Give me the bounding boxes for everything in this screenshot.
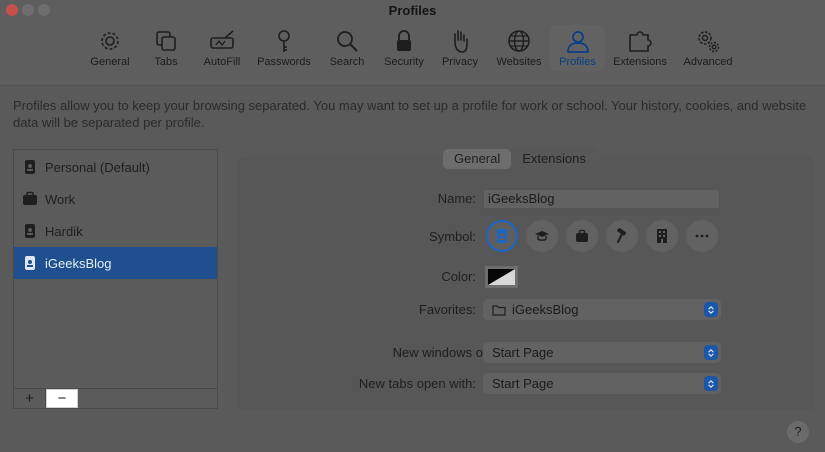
profile-item-personal[interactable]: Personal (Default) [14, 151, 217, 183]
profile-item-label: Personal (Default) [45, 159, 150, 175]
toolbar-profiles[interactable]: Profiles [550, 25, 605, 71]
autofill-icon [210, 30, 234, 49]
color-swatch [488, 269, 515, 285]
more-icon [695, 234, 709, 238]
building-icon [657, 229, 667, 243]
favorites-select-value: iGeeksBlog [512, 302, 579, 317]
symbol-option-building[interactable] [646, 220, 678, 252]
person-icon [566, 31, 589, 53]
window-title: Profiles [388, 3, 437, 18]
toolbar-security-label: Security [384, 56, 424, 68]
profile-name-field[interactable]: iGeeksBlog [483, 189, 720, 209]
new-tabs-label: New tabs open with: [358, 376, 476, 391]
toolbar-passwords[interactable]: Passwords [254, 25, 314, 71]
id-badge-icon [25, 224, 35, 238]
settings-tabs: General Extensions [442, 148, 598, 170]
symbol-label: Symbol: [429, 229, 476, 244]
symbol-option-briefcase[interactable] [566, 220, 598, 252]
toolbar-tabs[interactable]: Tabs [146, 25, 186, 71]
new-tabs-select-value: Start Page [492, 376, 554, 391]
puzzle-icon [629, 31, 652, 52]
gear-icon [101, 32, 119, 50]
chevron-updown-icon [704, 345, 718, 360]
gears-icon [698, 31, 720, 53]
profile-item-hardik[interactable]: Hardik [14, 215, 217, 247]
new-tabs-select[interactable]: Start Page [483, 373, 721, 394]
chevron-updown-icon [704, 376, 718, 391]
symbol-option-hammer[interactable] [606, 220, 638, 252]
toolbar-profiles-label: Profiles [559, 56, 596, 68]
favorites-label: Favorites: [418, 302, 476, 317]
symbol-option-graduation-cap[interactable] [526, 220, 558, 252]
toolbar-autofill[interactable]: AutoFill [198, 25, 246, 71]
toolbar-tabs-label: Tabs [154, 56, 178, 68]
help-button[interactable]: ? [787, 421, 809, 443]
briefcase-icon [23, 191, 37, 205]
new-windows-select[interactable]: Start Page [483, 342, 721, 363]
profile-item-label: iGeeksBlog [45, 255, 112, 271]
graduation-cap-icon [535, 231, 549, 241]
add-profile-button[interactable]: + [14, 389, 46, 408]
lock-icon [397, 30, 411, 51]
tabs-icon [156, 31, 176, 51]
color-picker[interactable] [485, 266, 518, 288]
tab-extensions[interactable]: Extensions [511, 149, 597, 169]
favorites-select[interactable]: iGeeksBlog [483, 299, 721, 320]
toolbar-extensions-label: Extensions [613, 56, 667, 68]
chevron-updown-icon [704, 302, 718, 317]
symbol-option-id-badge[interactable] [486, 220, 518, 252]
toolbar-passwords-label: Passwords [257, 56, 311, 68]
id-badge-icon [25, 160, 35, 174]
hammer-icon [617, 228, 627, 243]
new-windows-select-value: Start Page [492, 345, 554, 360]
color-label: Color: [441, 269, 476, 284]
toolbar-extensions[interactable]: Extensions [610, 25, 670, 71]
hand-icon [454, 30, 468, 53]
toolbar-advanced-label: Advanced [683, 56, 733, 68]
profile-item-igeeksblog[interactable]: iGeeksBlog [14, 247, 217, 279]
profile-item-label: Hardik [45, 223, 83, 239]
toolbar-websites[interactable]: Websites [492, 25, 546, 71]
toolbar-autofill-label: AutoFill [203, 56, 241, 68]
name-label: Name: [437, 191, 476, 206]
title-bar: Profiles General Tabs AutoFill Passwords… [0, 0, 825, 86]
profiles-list-footer: + − [14, 388, 217, 408]
key-icon [278, 30, 290, 52]
profiles-list: Personal (Default) Work Hardik iGeeksBlo… [13, 149, 218, 409]
toolbar-privacy[interactable]: Privacy [438, 25, 482, 71]
profile-item-label: Work [45, 191, 76, 207]
tab-general[interactable]: General [443, 149, 512, 169]
toolbar-websites-label: Websites [496, 56, 542, 68]
profile-item-work[interactable]: Work [14, 183, 217, 215]
globe-icon [508, 30, 530, 52]
search-icon [337, 31, 358, 52]
id-badge-icon [497, 229, 507, 243]
toolbar-search-label: Search [329, 56, 365, 68]
toolbar-general-label: General [90, 56, 130, 68]
toolbar-privacy-label: Privacy [441, 56, 479, 68]
remove-profile-button[interactable]: − [46, 389, 78, 408]
profiles-description: Profiles allow you to keep your browsing… [13, 98, 807, 130]
toolbar-search[interactable]: Search [326, 25, 368, 71]
toolbar-advanced[interactable]: Advanced [680, 25, 736, 71]
symbol-option-more[interactable] [686, 220, 718, 252]
folder-icon [492, 304, 506, 316]
briefcase-icon [576, 229, 588, 242]
id-badge-icon [25, 256, 35, 270]
toolbar-security[interactable]: Security [380, 25, 428, 71]
toolbar-general[interactable]: General [86, 25, 134, 71]
